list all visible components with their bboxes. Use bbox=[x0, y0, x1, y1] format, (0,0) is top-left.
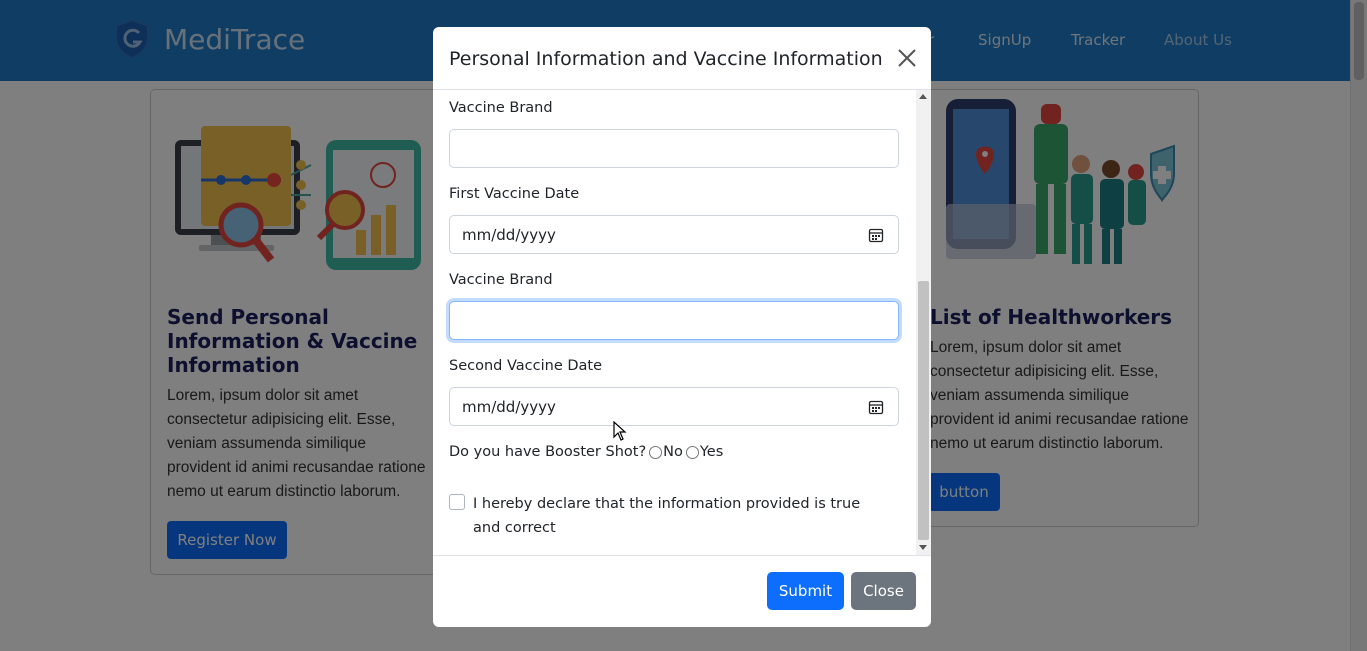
modal-scrollbar-thumb[interactable] bbox=[918, 281, 929, 540]
second-vaccine-date-input[interactable]: mm/dd/yyyy bbox=[449, 387, 899, 426]
booster-yes-label[interactable]: Yes bbox=[700, 444, 723, 460]
date-placeholder: mm/dd/yyyy bbox=[462, 226, 556, 244]
calendar-icon[interactable] bbox=[868, 399, 884, 415]
scroll-down-arrow-icon[interactable] bbox=[919, 545, 927, 550]
booster-question: Do you have Booster Shot? bbox=[449, 444, 647, 460]
modal-footer: Submit Close bbox=[433, 555, 931, 627]
modal-header: Personal Information and Vaccine Informa… bbox=[433, 27, 931, 90]
close-button[interactable]: Close bbox=[851, 572, 916, 610]
vaccine-brand-input[interactable] bbox=[449, 129, 899, 168]
declaration-text[interactable]: I hereby declare that the information pr… bbox=[473, 492, 889, 540]
booster-no-label[interactable]: No bbox=[663, 444, 683, 460]
booster-question-row: Do you have Booster Shot? No Yes bbox=[449, 444, 723, 460]
close-icon[interactable] bbox=[896, 47, 918, 69]
modal-title: Personal Information and Vaccine Informa… bbox=[449, 48, 883, 70]
vaccine-info-modal: Personal Information and Vaccine Informa… bbox=[433, 27, 931, 627]
booster-yes-radio[interactable] bbox=[685, 445, 699, 459]
declaration-checkbox[interactable] bbox=[449, 494, 465, 510]
vaccine-brand-2-input[interactable] bbox=[449, 301, 899, 340]
date-placeholder: mm/dd/yyyy bbox=[462, 398, 556, 416]
vaccine-brand-label: Vaccine Brand bbox=[449, 100, 553, 116]
second-vaccine-date-label: Second Vaccine Date bbox=[449, 358, 603, 374]
modal-body[interactable]: Vaccine Brand First Vaccine Date mm/dd/y… bbox=[433, 90, 931, 556]
submit-button[interactable]: Submit bbox=[767, 572, 844, 610]
vaccine-brand-2-label: Vaccine Brand bbox=[449, 272, 553, 288]
scroll-up-arrow-icon[interactable] bbox=[919, 94, 927, 99]
calendar-icon[interactable] bbox=[868, 227, 884, 243]
first-vaccine-date-label: First Vaccine Date bbox=[449, 186, 580, 202]
first-vaccine-date-input[interactable]: mm/dd/yyyy bbox=[449, 215, 899, 254]
mouse-cursor-icon bbox=[613, 421, 627, 441]
booster-no-radio[interactable] bbox=[649, 445, 663, 459]
modal-body-scrollbar[interactable] bbox=[916, 90, 931, 556]
